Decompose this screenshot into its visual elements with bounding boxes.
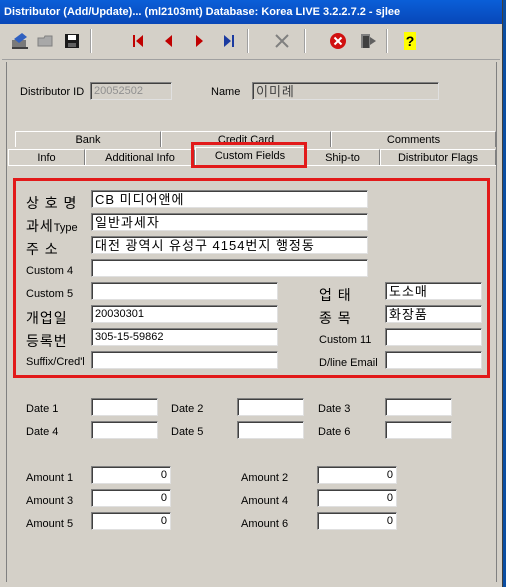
toolbar-separator [90,29,92,53]
tab-ship-to[interactable]: Ship-to [305,149,380,165]
custom-fields-tab-highlight [191,142,307,168]
custom4-field[interactable] [91,259,368,277]
amount4-field[interactable]: 0 [317,489,397,507]
amount2-field[interactable]: 0 [317,466,397,484]
prev-record-icon[interactable] [157,29,181,53]
open-date-field[interactable]: 20030301 [91,305,278,323]
name-field: 이미례 [252,82,439,100]
panel-right-edge [496,62,497,582]
amount1-field[interactable]: 0 [91,466,171,484]
date3-label: Date 3 [318,403,351,415]
cancel-icon[interactable] [326,29,350,53]
amount1-label: Amount 1 [26,472,74,484]
suffix-credential-label: Suffix/Cred'l [26,356,85,368]
toolbar: ? [2,25,500,60]
first-record-icon[interactable] [126,29,150,53]
company-name-label: 상 호 명 [26,195,78,211]
tax-type-label-ko: 과세 [26,218,54,234]
toolbar-separator [386,29,388,53]
date2-field[interactable] [237,398,304,416]
date5-field[interactable] [237,421,304,439]
save-icon[interactable] [60,29,84,53]
dline-email-label: D/line Email [319,357,378,369]
panel-left-edge [6,62,7,582]
tab-bank[interactable]: Bank [15,131,161,147]
custom11-label: Custom 11 [319,334,372,346]
date2-label: Date 2 [171,403,204,415]
date4-label: Date 4 [26,426,59,438]
next-record-icon[interactable] [187,29,211,53]
toolbar-separator [304,29,306,53]
category-label: 종 목 [319,310,352,326]
name-label: Name [211,86,241,98]
open-date-label: 개업일 [26,310,68,326]
tax-type-label-en: Type [53,222,78,234]
distributor-window: Distributor (Add/Update)... (ml2103mt) D… [0,0,503,587]
address-field[interactable]: 대전 광역시 유성구 4154번지 행정동 [91,236,368,254]
suffix-credential-field[interactable] [91,351,278,369]
custom4-label: Custom 4 [26,265,74,277]
registration-number-field[interactable]: 305-15-59862 [91,328,278,346]
amount3-field[interactable]: 0 [91,489,171,507]
distributor-id-label: Distributor ID [20,86,85,98]
dline-email-field[interactable] [385,351,482,369]
custom11-field[interactable] [385,328,482,346]
amount5-field[interactable]: 0 [91,512,171,530]
folder-icon[interactable] [34,29,58,53]
exit-icon[interactable] [356,29,380,53]
amount3-label: Amount 3 [26,495,74,507]
category-field[interactable]: 화장품 [385,305,482,323]
custom-fields-highlight [13,178,490,378]
registration-number-label: 등록번 [26,333,68,349]
tab-comments[interactable]: Comments [331,131,496,147]
toolbar-separator [247,29,249,53]
tax-type-label: 과세Type [26,216,78,236]
tab-additional-info[interactable]: Additional Info [85,149,195,165]
custom5-label: Custom 5 [26,288,74,300]
business-type-field[interactable]: 도소매 [385,282,482,300]
date3-field[interactable] [385,398,452,416]
svg-text:?: ? [406,33,415,49]
date1-field[interactable] [91,398,158,416]
amount5-label: Amount 5 [26,518,74,530]
amount6-label: Amount 6 [241,518,289,530]
delete-icon[interactable] [270,29,294,53]
tax-type-field[interactable]: 일반과세자 [91,213,368,231]
date4-field[interactable] [91,421,158,439]
date1-label: Date 1 [26,403,59,415]
amount4-label: Amount 4 [241,495,289,507]
edit-icon[interactable] [8,29,32,53]
window-title: Distributor (Add/Update)... (ml2103mt) D… [0,0,502,24]
distributor-id-field: 20052502 [90,82,172,100]
address-label: 주 소 [26,241,59,257]
help-icon[interactable]: ? [398,29,422,53]
last-record-icon[interactable] [217,29,241,53]
date6-field[interactable] [385,421,452,439]
date6-label: Date 6 [318,426,351,438]
custom5-field[interactable] [91,282,278,300]
business-type-label: 업 태 [319,287,352,303]
company-name-field[interactable]: CB 미디어앤에 [91,190,368,208]
tab-info[interactable]: Info [8,149,85,165]
amount6-field[interactable]: 0 [317,512,397,530]
tab-distributor-flags[interactable]: Distributor Flags [380,149,496,165]
date5-label: Date 5 [171,426,204,438]
amount2-label: Amount 2 [241,472,289,484]
